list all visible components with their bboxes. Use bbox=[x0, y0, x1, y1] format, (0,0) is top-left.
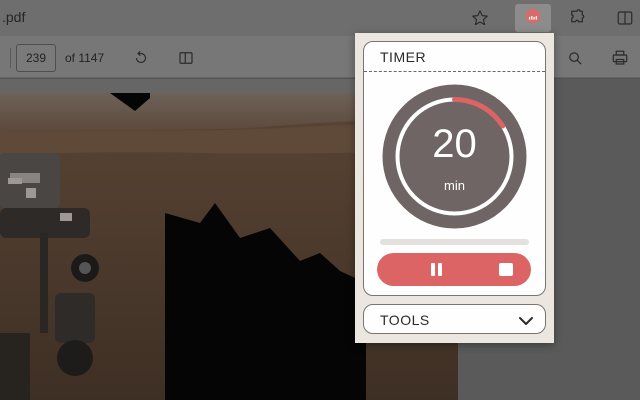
print-icon[interactable] bbox=[608, 47, 632, 69]
star-icon[interactable] bbox=[470, 8, 490, 28]
timer-extension-button[interactable] bbox=[515, 4, 551, 32]
timer-unit-label: min bbox=[444, 178, 465, 193]
timer-progress-bar bbox=[380, 239, 529, 245]
timer-divider bbox=[364, 71, 545, 72]
tools-title: TOOLS bbox=[380, 312, 430, 328]
page-number-input[interactable]: 239 bbox=[16, 44, 56, 72]
tab-title[interactable]: .pdf bbox=[2, 9, 25, 25]
pause-button[interactable] bbox=[427, 261, 447, 278]
split-screen-icon[interactable] bbox=[614, 8, 636, 28]
page-total: of 1147 bbox=[65, 51, 105, 65]
chevron-down-icon bbox=[518, 314, 534, 332]
rotate-icon[interactable] bbox=[130, 47, 152, 69]
timer-extension-icon bbox=[524, 7, 542, 30]
tools-toggle[interactable]: TOOLS bbox=[363, 304, 546, 334]
search-icon[interactable] bbox=[564, 47, 586, 69]
timer-title: TIMER bbox=[380, 49, 427, 65]
puzzle-icon[interactable] bbox=[566, 8, 588, 28]
timer-minutes-value: 20 bbox=[432, 122, 477, 166]
page-number-value: 239 bbox=[25, 51, 47, 65]
timer-controls bbox=[377, 253, 531, 286]
timer-card: TIMER 20 min bbox=[363, 41, 546, 296]
toolbar-divider bbox=[10, 48, 11, 68]
stop-button[interactable] bbox=[497, 261, 515, 278]
page-view-icon[interactable] bbox=[175, 47, 197, 69]
